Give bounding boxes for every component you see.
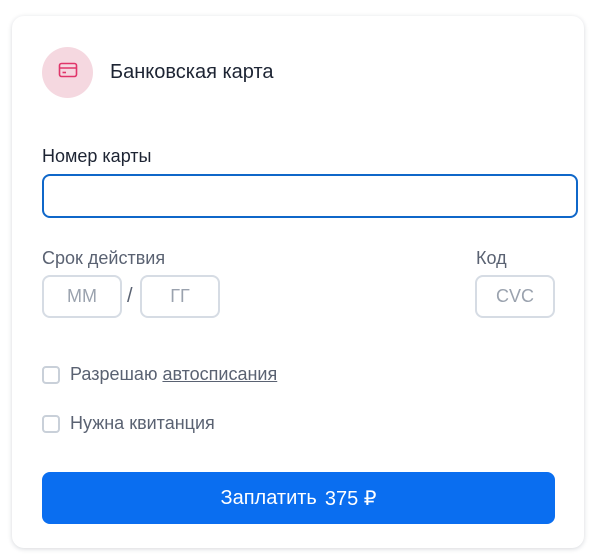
autopay-checkbox[interactable] — [42, 365, 60, 384]
cvc-input[interactable] — [475, 275, 555, 318]
expiry-month-input[interactable] — [42, 275, 122, 318]
pay-button[interactable]: Заплатить 375 ₽ — [42, 472, 555, 524]
card-icon-badge — [42, 47, 93, 98]
autopay-terms-link[interactable]: автосписания — [162, 364, 277, 384]
pay-button-label: Заплатить — [220, 486, 317, 509]
credit-card-icon — [58, 62, 78, 83]
payment-method-header: Банковская карта — [42, 47, 274, 98]
pay-button-amount: 375 ₽ — [324, 487, 377, 510]
card-number-input[interactable] — [42, 174, 578, 218]
receipt-checkbox-label: Нужна квитанция — [70, 413, 215, 433]
card-number-label: Номер карты — [42, 146, 152, 166]
payment-card: Банковская карта Номер карты Срок действ… — [12, 16, 584, 548]
payment-method-title: Банковская карта — [110, 61, 274, 83]
autopay-checkbox-row[interactable]: Разрешаю автосписания — [42, 364, 277, 385]
expiry-year-input[interactable] — [140, 275, 220, 318]
autopay-checkbox-label: Разрешаю автосписания — [70, 364, 278, 384]
expiry-label: Срок действия — [42, 248, 166, 268]
receipt-checkbox[interactable] — [42, 414, 60, 433]
receipt-checkbox-row[interactable]: Нужна квитанция — [42, 413, 215, 434]
expiry-separator: / — [127, 285, 133, 307]
cvc-label: Код — [476, 248, 507, 268]
